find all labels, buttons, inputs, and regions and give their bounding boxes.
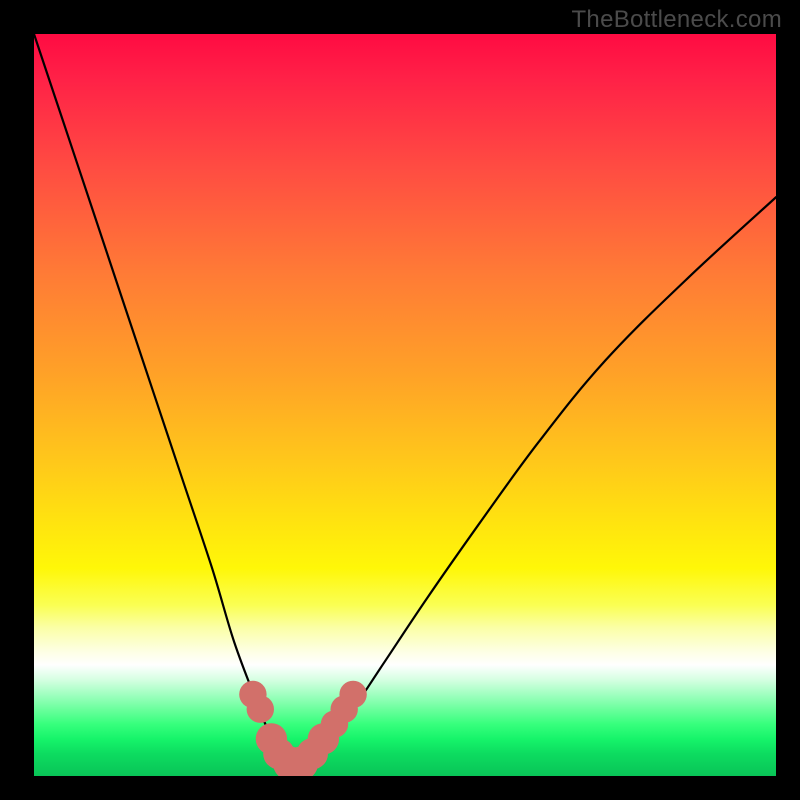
watermark-text: TheBottleneck.com [571,6,782,34]
bottleneck-curve [34,34,776,765]
highlight-marker [247,696,274,723]
highlight-marker [339,681,366,708]
highlight-markers [239,681,367,776]
plot-area [34,34,776,776]
curve-layer [34,34,776,776]
chart-frame: TheBottleneck.com [0,0,800,800]
